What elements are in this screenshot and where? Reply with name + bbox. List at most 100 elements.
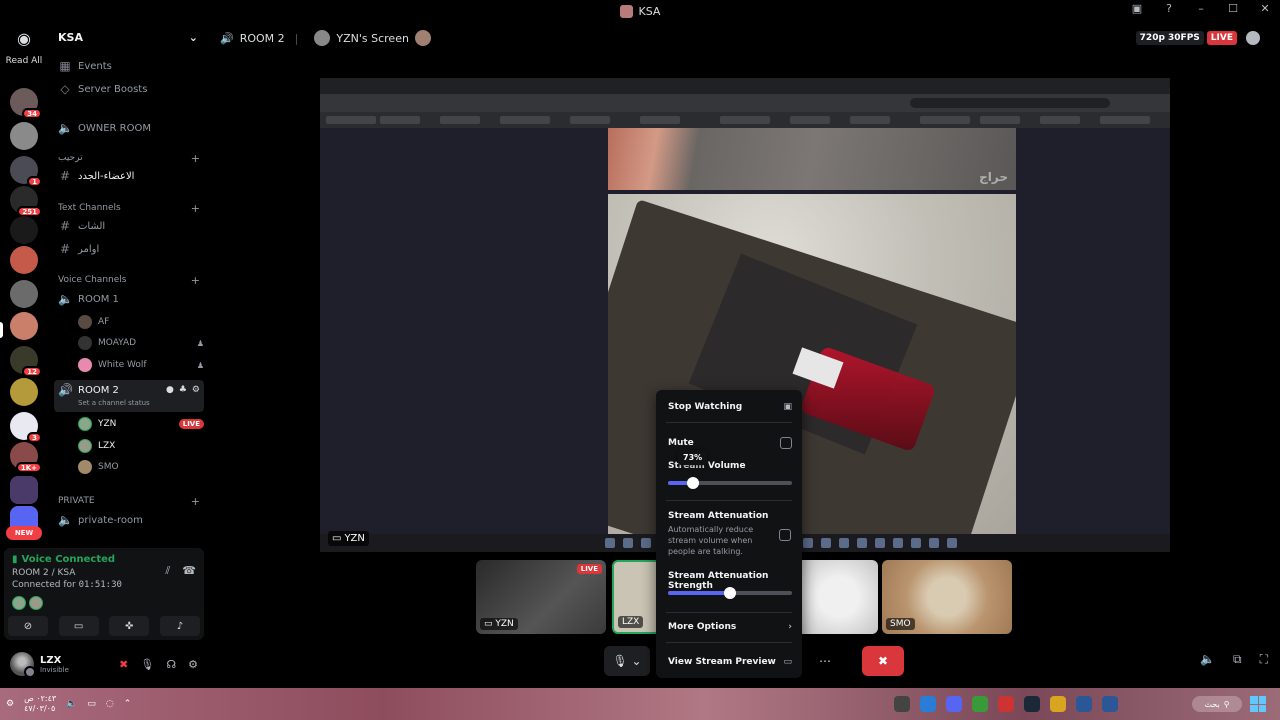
popout-icon[interactable]: ⧉ bbox=[1233, 652, 1242, 667]
category-voice-channels[interactable]: Voice Channels + bbox=[54, 272, 204, 288]
game-off-icon[interactable]: ✖ bbox=[119, 658, 128, 671]
voice-user-moayad[interactable]: MOAYAD ♟ bbox=[78, 333, 204, 353]
microphone-icon[interactable]: 🎙 bbox=[140, 658, 154, 671]
voice-user-yzn[interactable]: YZN LIVE bbox=[78, 414, 204, 434]
stop-watching-item[interactable]: Stop Watching ▣ bbox=[668, 402, 792, 412]
help-icon[interactable]: ? bbox=[1160, 2, 1178, 15]
noise-suppression-icon[interactable]: ⫽ bbox=[165, 564, 170, 578]
pinned-app-icon[interactable] bbox=[894, 696, 910, 712]
mute-item[interactable]: Mute bbox=[668, 437, 792, 449]
category-welcome[interactable]: ترحيب + bbox=[54, 150, 204, 166]
stream-volume-slider[interactable] bbox=[668, 477, 792, 489]
thumb-yzn[interactable]: LIVE ▭ YZN bbox=[476, 560, 606, 634]
server-icon[interactable] bbox=[10, 216, 38, 244]
voice-user-smo[interactable]: SMO bbox=[78, 457, 204, 477]
stream-attenuation-item[interactable]: Stream Attenuation bbox=[668, 511, 792, 521]
voice-connected-label[interactable]: Voice Connected bbox=[22, 554, 116, 565]
hash-icon: # bbox=[59, 169, 71, 183]
server-icon[interactable] bbox=[10, 378, 38, 406]
close-button[interactable]: ✕ bbox=[1256, 2, 1274, 15]
inbox-icon[interactable]: ▣ bbox=[1128, 2, 1146, 15]
share-screen-button[interactable]: ▭ bbox=[58, 616, 99, 636]
slider-handle[interactable] bbox=[724, 587, 736, 599]
category-private[interactable]: PRIVATE + bbox=[54, 493, 204, 509]
channel-status[interactable]: Set a channel status bbox=[78, 399, 150, 407]
channel-room-2[interactable]: 🔊 ROOM 2 Set a channel status ● ♣ ⚙ bbox=[54, 380, 204, 412]
maximize-button[interactable]: ☐ bbox=[1224, 2, 1242, 15]
server-icon[interactable]: 1 bbox=[10, 156, 42, 187]
soundboard-button[interactable]: ♪ bbox=[159, 616, 200, 636]
guild-header[interactable]: KSA ⌄ bbox=[48, 22, 208, 52]
pinned-app-icon[interactable] bbox=[1102, 696, 1118, 712]
tray-up-icon[interactable]: ⌃ bbox=[124, 699, 132, 709]
channel-owner-room[interactable]: 🔈 OWNER ROOM bbox=[54, 118, 204, 138]
attenuation-checkbox[interactable] bbox=[779, 529, 791, 541]
gear-icon[interactable]: ⚙ bbox=[192, 385, 200, 395]
server-boosts-item[interactable]: ◇ Server Boosts bbox=[54, 79, 204, 99]
server-icon[interactable]: 1K+ bbox=[10, 442, 42, 473]
volume-icon[interactable]: 🔈 bbox=[66, 699, 77, 709]
minimize-button[interactable]: – bbox=[1192, 2, 1210, 15]
network-icon[interactable]: ◌ bbox=[106, 699, 114, 709]
thumb-smo[interactable]: SMO bbox=[882, 560, 1012, 634]
slider-handle[interactable] bbox=[686, 477, 699, 489]
channel-commands[interactable]: # اوامر bbox=[54, 239, 204, 259]
system-clock[interactable]: ٠٢:٤٣ ص ٤٧/٠٣/٠٥ bbox=[24, 694, 56, 714]
fullscreen-icon[interactable]: ⛶ bbox=[1260, 652, 1268, 667]
discord-home-icon[interactable]: ◉ bbox=[8, 26, 40, 50]
channel-chat[interactable]: # الشات bbox=[54, 216, 204, 236]
more-options-button[interactable]: ⋯ bbox=[812, 646, 838, 676]
weather-icon[interactable]: ⚙ bbox=[6, 699, 14, 709]
add-channel-icon[interactable]: + bbox=[191, 274, 200, 287]
channel-new-members[interactable]: # الاعضاء-الجدد bbox=[54, 166, 204, 186]
voice-user-white-wolf[interactable]: White Wolf ♟ bbox=[78, 355, 204, 375]
chat-icon[interactable]: ● bbox=[166, 385, 174, 395]
add-channel-icon[interactable]: + bbox=[191, 202, 200, 215]
category-text-channels[interactable]: Text Channels + bbox=[54, 200, 204, 216]
voice-user-lzx[interactable]: LZX bbox=[78, 436, 204, 456]
pinned-app-icon[interactable] bbox=[1050, 696, 1066, 712]
server-icon[interactable]: 251 bbox=[10, 186, 42, 217]
voice-location[interactable]: ROOM 2 / KSA bbox=[12, 568, 75, 578]
attenuation-strength-slider[interactable] bbox=[668, 587, 792, 599]
camera-off-button[interactable]: ⊘ bbox=[8, 616, 48, 636]
disconnect-icon[interactable]: ☎ bbox=[182, 564, 196, 578]
more-options-item[interactable]: More Options › bbox=[668, 622, 792, 632]
gear-icon[interactable]: ⚙ bbox=[188, 658, 198, 671]
events-item[interactable]: ▦ Events bbox=[54, 56, 204, 76]
server-icon[interactable] bbox=[10, 312, 38, 340]
channel-private-room[interactable]: 🔈 private-room bbox=[54, 510, 204, 530]
add-channel-icon[interactable]: + bbox=[191, 152, 200, 165]
avatar[interactable] bbox=[10, 652, 36, 678]
server-icon[interactable] bbox=[10, 476, 38, 504]
pinned-app-icon[interactable] bbox=[1024, 696, 1040, 712]
pinned-app-icon[interactable] bbox=[972, 696, 988, 712]
new-badge[interactable]: NEW bbox=[6, 526, 42, 540]
view-stream-preview-item[interactable]: View Stream Preview ▭ bbox=[668, 657, 792, 667]
headphones-icon[interactable]: ☊ bbox=[166, 658, 176, 671]
invite-icon[interactable]: ♣ bbox=[179, 385, 187, 395]
channel-room-1[interactable]: 🔈 ROOM 1 bbox=[54, 289, 204, 309]
pinned-app-icon[interactable] bbox=[920, 696, 936, 712]
add-channel-icon[interactable]: + bbox=[191, 495, 200, 508]
more-icon[interactable] bbox=[1246, 31, 1260, 45]
stop-stream-button[interactable]: ✖ bbox=[862, 646, 904, 676]
server-icon[interactable] bbox=[10, 122, 38, 150]
pinned-app-icon[interactable] bbox=[998, 696, 1014, 712]
voice-user-af[interactable]: AF bbox=[78, 312, 204, 332]
server-icon[interactable]: 34 bbox=[10, 88, 42, 119]
pinned-app-icon[interactable] bbox=[1076, 696, 1092, 712]
server-icon[interactable]: 12 bbox=[10, 346, 42, 377]
microphone-button[interactable]: 🎙 ⌄ bbox=[604, 646, 650, 676]
activity-button[interactable]: ✜ bbox=[109, 616, 150, 636]
os-search[interactable]: بحث ⚲ bbox=[1192, 696, 1242, 712]
server-icon[interactable] bbox=[10, 246, 38, 274]
pinned-app-icon[interactable] bbox=[946, 696, 962, 712]
volume-icon[interactable]: 🔈 bbox=[1200, 652, 1215, 667]
server-icon[interactable] bbox=[10, 280, 38, 308]
read-all-button[interactable]: Read All bbox=[0, 56, 48, 66]
server-icon[interactable]: 3 bbox=[10, 412, 42, 443]
battery-icon[interactable]: ▭ bbox=[87, 699, 96, 709]
start-icon[interactable] bbox=[1250, 696, 1266, 712]
mute-checkbox[interactable] bbox=[780, 437, 792, 449]
